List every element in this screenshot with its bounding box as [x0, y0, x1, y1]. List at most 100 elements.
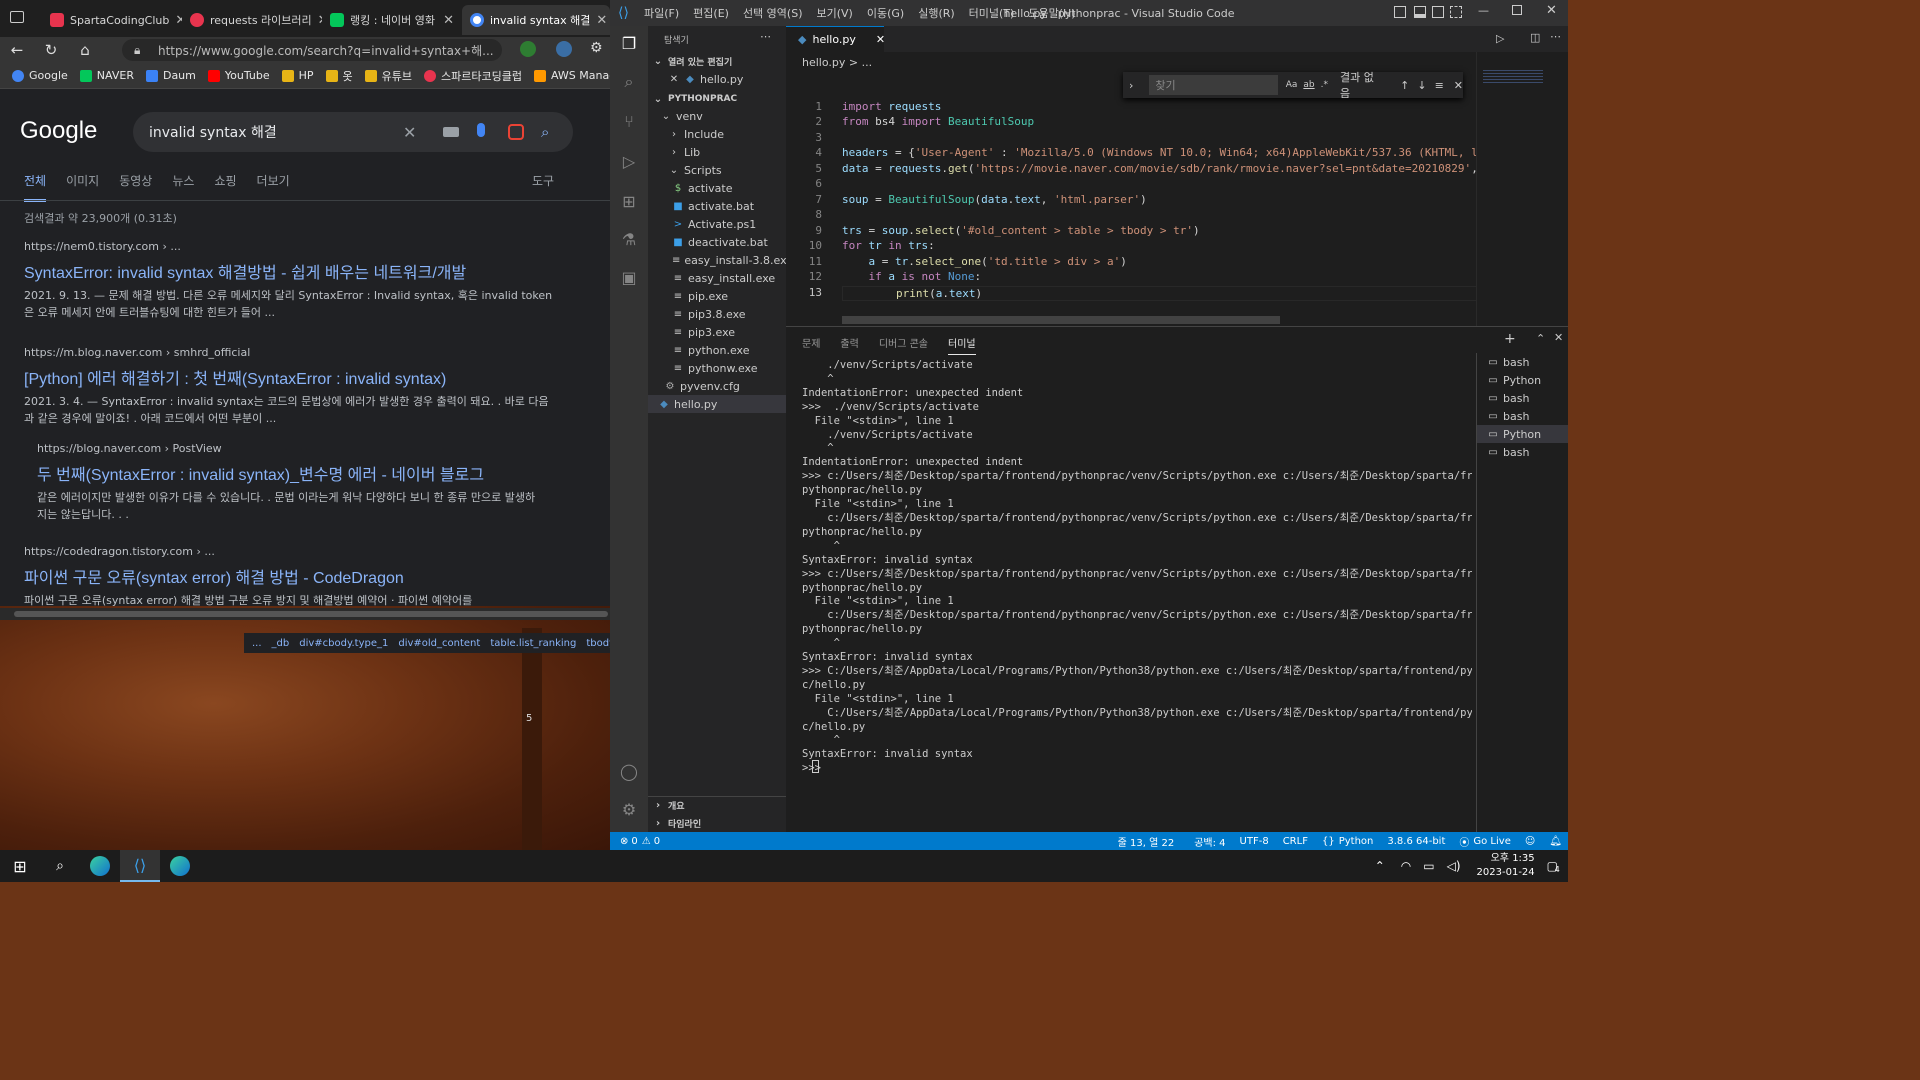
- layout-sidebar-icon[interactable]: [1394, 6, 1406, 18]
- crumb[interactable]: tbody: [586, 638, 610, 649]
- tree-item-file[interactable]: ≡ pip3.exe: [648, 323, 786, 341]
- maximize-icon[interactable]: [1512, 5, 1522, 15]
- editor-tab[interactable]: ◆ hello.py ✕: [786, 26, 885, 52]
- tree-item-file[interactable]: ■ activate.bat: [648, 197, 786, 215]
- extension-icon[interactable]: [556, 41, 572, 57]
- bookmark-daum[interactable]: Daum: [145, 69, 196, 82]
- minimap[interactable]: [1476, 52, 1568, 326]
- back-icon[interactable]: ←: [0, 41, 34, 59]
- result-title[interactable]: 파이썬 구문 오류(syntax error) 해결 방법 - CodeDrag…: [24, 564, 554, 588]
- editor-breadcrumb[interactable]: hello.py > ...: [802, 56, 872, 69]
- error-count[interactable]: 0: [631, 836, 637, 847]
- search-input[interactable]: invalid syntax 해결 ✕ ⌕: [133, 112, 573, 152]
- browser-tab-4[interactable]: invalid syntax 해결 ✕: [462, 5, 610, 35]
- settings-icon[interactable]: ⚙: [590, 40, 603, 56]
- scrollbar-thumb[interactable]: [14, 611, 608, 617]
- menu-terminal[interactable]: 터미널(T): [969, 5, 1015, 21]
- open-editors-section[interactable]: ⌄ 열려 있는 편집기: [648, 52, 786, 70]
- tree-item-file[interactable]: ⚙ pyvenv.cfg: [648, 377, 786, 395]
- bookmark-folder-clothes[interactable]: 옷: [325, 68, 353, 84]
- volume-icon[interactable]: ◁): [1447, 859, 1461, 873]
- code-editor[interactable]: 1 2 3 4 5 6 7 8 9 10 11 12 13 import req…: [786, 98, 1476, 308]
- tools-button[interactable]: 도구: [532, 172, 554, 189]
- line-ending[interactable]: CRLF: [1283, 836, 1308, 847]
- run-icon[interactable]: ▷: [1496, 32, 1504, 45]
- address-bar[interactable]: 🔒︎ https://www.google.com/search?q=inval…: [122, 39, 502, 61]
- menu-edit[interactable]: 편집(E): [693, 5, 729, 21]
- indentation[interactable]: 공백: 4: [1194, 834, 1225, 849]
- close-window-icon[interactable]: ✕: [1546, 3, 1557, 18]
- tree-item-file[interactable]: > Activate.ps1: [648, 215, 786, 233]
- camera-icon[interactable]: [508, 124, 524, 140]
- battery-icon[interactable]: ▭: [1423, 859, 1434, 873]
- start-windows-icon[interactable]: ⊞: [0, 850, 40, 882]
- more-actions-icon[interactable]: ⋯: [760, 30, 771, 43]
- google-logo[interactable]: Google: [20, 117, 97, 145]
- bookmark-aws[interactable]: AWS Manage: [533, 69, 610, 82]
- extensions-icon[interactable]: ⊞: [619, 192, 639, 212]
- close-icon[interactable]: ✕: [1454, 79, 1463, 92]
- outline-section[interactable]: › 개요: [648, 796, 786, 814]
- layout-panel-icon[interactable]: [1414, 6, 1426, 18]
- project-section[interactable]: ⌄ PYTHONPRAC: [648, 90, 786, 108]
- bookmark-folder-youtube[interactable]: 유튜브: [364, 68, 412, 84]
- terminal-item[interactable]: ▭ bash: [1477, 353, 1568, 371]
- encoding[interactable]: UTF-8: [1240, 836, 1269, 847]
- home-icon[interactable]: ⌂: [68, 41, 102, 59]
- crumb[interactable]: div#cbody.type_1: [299, 638, 388, 649]
- timeline-section[interactable]: › 타임라인: [648, 814, 786, 832]
- run-debug-icon[interactable]: ▷: [619, 152, 639, 172]
- result-title[interactable]: SyntaxError: invalid syntax 해결방법 - 쉽게 배우…: [24, 259, 554, 283]
- extension-shield-icon[interactable]: [520, 41, 536, 57]
- tree-item-lib[interactable]: › Lib: [648, 143, 786, 161]
- open-editor-item[interactable]: ✕ ◆ hello.py: [648, 70, 786, 88]
- manage-gear-icon[interactable]: ⚙: [619, 800, 639, 820]
- bookmark-sparta[interactable]: 스파르타코딩클럽: [424, 68, 522, 84]
- tree-item-venv[interactable]: ⌄ venv: [648, 107, 786, 125]
- bookmark-folder-hp[interactable]: HP: [281, 69, 314, 82]
- notification-center-icon[interactable]: ▢ 4: [1547, 859, 1560, 874]
- edge-browser-icon[interactable]: [80, 850, 120, 882]
- terminal-item[interactable]: ▭ bash: [1477, 407, 1568, 425]
- clock[interactable]: 오후 1:35 2023-01-24: [1477, 852, 1535, 880]
- vscode-taskbar-icon[interactable]: ⟨⟩: [120, 850, 160, 882]
- terminal-output[interactable]: ./venv/Scripts/activate ^ IndentationErr…: [802, 359, 1472, 829]
- tab-debug-console[interactable]: 디버그 콘솔: [879, 335, 928, 355]
- edge-browser-icon[interactable]: [160, 850, 200, 882]
- find-input[interactable]: 찾기: [1149, 75, 1278, 95]
- result-title[interactable]: [Python] 에러 해결하기 : 첫 번째(SyntaxError : in…: [24, 365, 554, 389]
- terminal-item[interactable]: ▭ Python: [1477, 425, 1568, 443]
- chevron-right-icon[interactable]: ›: [1129, 79, 1133, 92]
- arrow-up-icon[interactable]: ↑: [1400, 79, 1409, 92]
- result-url[interactable]: https://blog.naver.com › PostView: [37, 442, 537, 455]
- tab-terminal[interactable]: 터미널: [948, 335, 976, 355]
- terminal-item[interactable]: ▭ bash: [1477, 389, 1568, 407]
- tab-actions-icon[interactable]: [10, 11, 24, 23]
- menu-view[interactable]: 보기(V): [816, 5, 852, 21]
- tab-more[interactable]: 더보기: [257, 172, 290, 202]
- result-url[interactable]: https://m.blog.naver.com › smhrd_officia…: [24, 346, 554, 359]
- layout-secondary-icon[interactable]: [1432, 6, 1444, 18]
- close-panel-icon[interactable]: ✕: [1554, 331, 1563, 344]
- horizontal-scrollbar[interactable]: [0, 608, 610, 620]
- search-icon[interactable]: ⌕: [541, 123, 549, 141]
- result-title[interactable]: 두 번째(SyntaxError : invalid syntax)_변수명 에…: [37, 461, 537, 485]
- tree-item-file[interactable]: ≡ easy_install.exe: [648, 269, 786, 287]
- terminal-item[interactable]: ▭ Python: [1477, 371, 1568, 389]
- bookmark-youtube[interactable]: YouTube: [207, 69, 270, 82]
- split-editor-icon[interactable]: ◫: [1530, 31, 1540, 44]
- menu-go[interactable]: 이동(G): [867, 5, 904, 21]
- bookmark-naver[interactable]: NAVER: [79, 69, 134, 82]
- wifi-icon[interactable]: ◠: [1401, 859, 1411, 873]
- browser-tab-1[interactable]: SpartaCodingClub ✕: [42, 5, 182, 35]
- bookmark-google[interactable]: Google: [12, 69, 68, 82]
- new-terminal-icon[interactable]: +: [1504, 331, 1516, 347]
- result-url[interactable]: https://codedragon.tistory.com › ...: [24, 545, 554, 558]
- regex-icon[interactable]: .*: [1321, 80, 1328, 90]
- explorer-icon[interactable]: ❐: [619, 34, 639, 54]
- close-icon[interactable]: ✕: [596, 13, 607, 28]
- crumb[interactable]: _db: [272, 638, 290, 649]
- remote-explorer-icon[interactable]: ▣: [619, 268, 639, 288]
- crumb[interactable]: table.list_ranking: [490, 638, 576, 649]
- tree-item-scripts[interactable]: ⌄ Scripts: [648, 161, 786, 179]
